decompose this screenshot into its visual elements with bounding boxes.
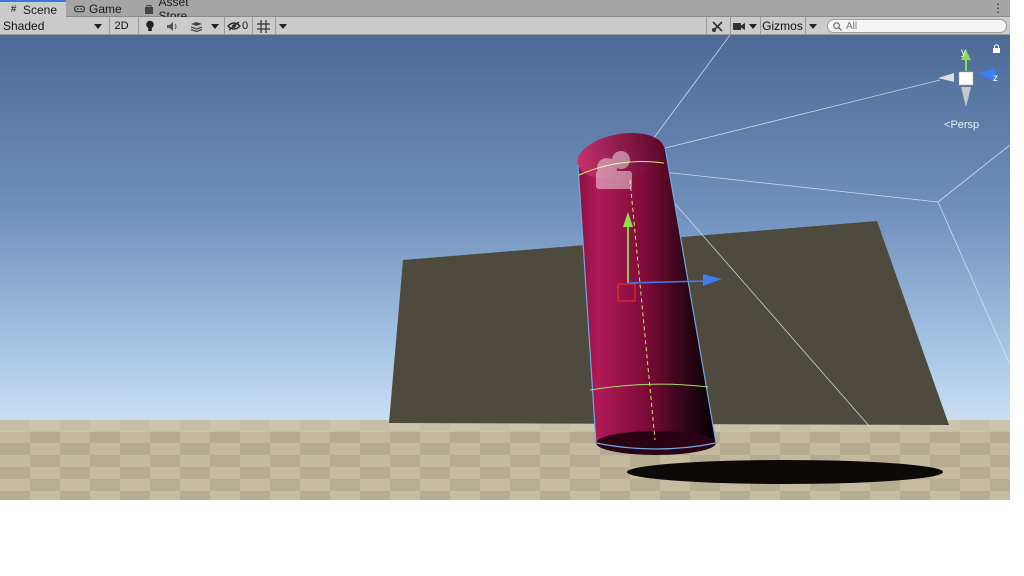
search-input[interactable] [846, 20, 996, 32]
projection-label: Persp [950, 119, 980, 131]
tab-scene-label: Scene [23, 2, 58, 17]
audio-toggle[interactable] [160, 17, 184, 35]
gizmo-y-label: y [961, 47, 966, 58]
chevron-down-icon [211, 23, 219, 29]
gizmo-z-label: z [993, 73, 998, 84]
tab-game-label: Game [89, 1, 122, 16]
grid-snap-icon [257, 19, 270, 33]
chevron-down-icon [278, 23, 287, 29]
tab-asset-store[interactable]: Asset Store [136, 0, 226, 23]
tab-bar: # Scene Game Asset Store ⋮ [0, 0, 1010, 23]
search-icon [833, 21, 842, 31]
cylinder-shadow [627, 460, 943, 484]
scene-viewport[interactable]: y z [0, 35, 1010, 500]
gizmos-button[interactable]: Gizmos [760, 17, 804, 35]
effects-toggle[interactable] [184, 17, 208, 35]
camera-icon [732, 22, 745, 30]
gizmo-center-cube[interactable] [958, 71, 974, 86]
camera-settings-dropdown[interactable] [730, 17, 758, 35]
scene-render[interactable]: y z [0, 35, 1010, 500]
gamepad-icon [74, 3, 85, 14]
search-field[interactable] [827, 19, 1007, 33]
more-options-icon[interactable]: ⋮ [992, 1, 1004, 15]
lighting-toggle[interactable] [138, 17, 160, 35]
tools-toggle[interactable] [706, 17, 728, 35]
toggle-2d-button[interactable]: 2D [109, 17, 133, 35]
chevron-down-icon [808, 23, 817, 29]
speaker-icon [166, 21, 176, 31]
chevron-down-icon [748, 23, 757, 29]
tab-game[interactable]: Game [66, 0, 136, 17]
tools-icon [712, 20, 723, 32]
ground-plane [0, 420, 1010, 500]
gizmos-dropdown[interactable] [805, 17, 819, 35]
scene-toolbar: Shaded 2D 0 Gizmos [0, 17, 1010, 35]
layers-icon [190, 21, 202, 32]
bag-icon [144, 3, 155, 14]
gizmos-label: Gizmos [762, 19, 803, 33]
hidden-eye-icon [227, 21, 241, 31]
shading-mode-label: Shaded [3, 19, 45, 33]
toggle-2d-label: 2D [114, 20, 129, 32]
grid-dropdown[interactable] [275, 17, 289, 35]
effects-dropdown[interactable] [208, 17, 222, 35]
chevron-down-icon [94, 23, 102, 29]
lightbulb-icon [145, 20, 154, 31]
hidden-objects-count: 0 [241, 20, 249, 32]
grid-icon: # [10, 4, 17, 15]
projection-toggle[interactable]: <Persp [944, 119, 979, 131]
grid-toggle[interactable] [252, 17, 274, 35]
tab-scene[interactable]: # Scene [0, 0, 66, 17]
shading-mode-dropdown[interactable]: Shaded [0, 17, 106, 35]
scene-visibility-toggle[interactable]: 0 [224, 17, 250, 35]
